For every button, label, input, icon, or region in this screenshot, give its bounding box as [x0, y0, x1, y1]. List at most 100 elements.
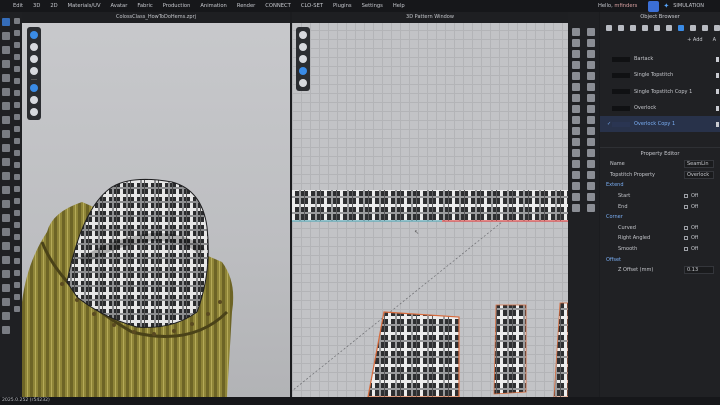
assign-button[interactable]: A	[713, 37, 716, 43]
seam-allowance-icon[interactable]	[587, 83, 595, 91]
segment-sewing-icon[interactable]	[587, 94, 595, 102]
wireframe-view-icon[interactable]	[13, 102, 20, 108]
menu-render[interactable]: Render	[232, 0, 260, 12]
stitch-tool-icon[interactable]	[1, 144, 10, 152]
seam-view-icon[interactable]	[13, 210, 20, 216]
select-tool-icon[interactable]	[1, 18, 10, 26]
pleat-icon[interactable]	[587, 72, 595, 80]
shrinkage-tool-icon[interactable]	[1, 298, 10, 306]
menu-animation[interactable]: Animation	[195, 0, 231, 12]
grid-view-icon[interactable]	[13, 162, 20, 168]
shaded-view-icon[interactable]	[13, 90, 20, 96]
ruler-icon[interactable]	[587, 171, 595, 179]
smooth-checkbox[interactable]	[684, 247, 688, 252]
pin-view-icon[interactable]	[13, 186, 20, 192]
button-tool-icon[interactable]	[1, 186, 10, 194]
visibility-icon[interactable]	[716, 56, 719, 62]
edit-sewing-icon[interactable]	[587, 105, 595, 113]
zipper-2d-icon[interactable]	[587, 182, 595, 190]
piping-icon[interactable]	[587, 138, 595, 146]
line-tool-icon[interactable]	[1, 130, 10, 138]
offset-section[interactable]: Offset	[600, 254, 720, 265]
text-tool-icon[interactable]	[1, 270, 10, 278]
measure-2d-tool-icon[interactable]	[572, 171, 580, 179]
pattern-tab-icon[interactable]	[618, 24, 624, 31]
shirt-tool-icon[interactable]	[1, 116, 10, 124]
trim-tab-icon[interactable]	[714, 24, 720, 31]
menu-plugins[interactable]: Plugins	[328, 0, 357, 12]
grading-icon[interactable]	[587, 160, 595, 168]
fold-line-icon[interactable]	[572, 83, 580, 91]
visibility-icon[interactable]	[716, 72, 719, 78]
corner-section[interactable]: Corner	[600, 212, 720, 223]
topstitch-icon[interactable]	[572, 127, 580, 135]
fabric-tool-icon[interactable]	[13, 54, 20, 60]
topstitch-tab-icon[interactable]	[678, 24, 684, 31]
2d-pattern-window[interactable]: 3D Pattern Window ↖	[292, 12, 568, 397]
stitch-view-icon[interactable]	[13, 198, 20, 204]
z-offset-field[interactable]: 0.13	[684, 266, 714, 275]
layer-tool-icon[interactable]	[1, 312, 10, 320]
graphic-view-icon[interactable]	[13, 234, 20, 240]
puckering-icon[interactable]	[572, 138, 580, 146]
camera-view-icon[interactable]	[13, 138, 20, 144]
text-2d-icon[interactable]	[572, 149, 580, 157]
add-button[interactable]: + Add	[687, 37, 702, 43]
graphic-tab-icon[interactable]	[702, 24, 708, 31]
visibility-icon[interactable]	[716, 121, 719, 127]
free-sewing-icon[interactable]	[572, 105, 580, 113]
menu-settings[interactable]: Settings	[357, 0, 388, 12]
elastic-tool-icon[interactable]	[1, 214, 10, 222]
end-checkbox[interactable]	[684, 204, 688, 209]
buttonhole-tab-icon[interactable]	[654, 24, 660, 31]
avatar[interactable]	[648, 0, 660, 12]
axis-view-icon[interactable]	[13, 174, 20, 180]
list-item[interactable]: Single Topstitch Copy 1	[600, 84, 720, 100]
button-tab-icon[interactable]	[642, 24, 648, 31]
3d-garment-window[interactable]: ColossClass_HowToDoHems.zprj	[22, 12, 290, 397]
name-field[interactable]: SeamLin	[684, 160, 714, 169]
list-item[interactable]: Single Topstitch	[600, 67, 720, 83]
light-view-icon[interactable]	[13, 150, 20, 156]
print-layout-icon[interactable]	[572, 204, 580, 212]
xray-view-icon[interactable]	[13, 114, 20, 120]
seam-tool-icon[interactable]	[1, 172, 10, 180]
trim-2d-icon[interactable]	[572, 182, 580, 190]
pin-tool-icon[interactable]	[1, 60, 10, 68]
edit-pattern-icon[interactable]	[572, 28, 580, 36]
settings-view-icon[interactable]	[13, 306, 20, 312]
edit-point-icon[interactable]	[572, 39, 580, 47]
menu-3d[interactable]: 3D	[28, 0, 45, 12]
display-tool-icon[interactable]	[13, 30, 20, 36]
uv-editor-icon[interactable]	[587, 204, 595, 212]
edit-curve-icon[interactable]	[587, 39, 595, 47]
user-name[interactable]: mfinders	[614, 3, 637, 9]
list-item[interactable]: Bartack	[600, 51, 720, 67]
menu-connect[interactable]: CONNECT	[260, 0, 296, 12]
rectangle-icon[interactable]	[587, 50, 595, 58]
menu-help[interactable]: Help	[388, 0, 410, 12]
button-2d-icon[interactable]	[572, 193, 580, 201]
sound-view-icon[interactable]	[13, 270, 20, 276]
menu-production[interactable]: Production	[158, 0, 196, 12]
zipper-tab-icon[interactable]	[666, 24, 672, 31]
curved-checkbox[interactable]	[684, 225, 688, 230]
list-item[interactable]: Overlock	[600, 100, 720, 116]
trim-view-icon[interactable]	[13, 222, 20, 228]
extend-section[interactable]: Extend	[600, 180, 720, 191]
grid-tab-icon[interactable]	[606, 24, 612, 31]
texture-edit-icon[interactable]	[572, 116, 580, 124]
strain-view-icon[interactable]	[13, 126, 20, 132]
puckering-tab-icon[interactable]	[690, 24, 696, 31]
view-tool-icon[interactable]	[13, 18, 20, 24]
tape-tool-icon[interactable]	[1, 102, 10, 110]
menu-materials-uv[interactable]: Materials/UV	[63, 0, 106, 12]
shirt-tab-icon[interactable]	[630, 24, 636, 31]
menu-edit[interactable]: Edit	[0, 0, 28, 12]
menu-fabric[interactable]: Fabric	[132, 0, 157, 12]
fold-tool-icon[interactable]	[1, 46, 10, 54]
texture-tool-icon[interactable]	[1, 242, 10, 250]
brush-tool-icon[interactable]	[1, 88, 10, 96]
zipper-tool-icon[interactable]	[1, 200, 10, 208]
circle-icon[interactable]	[572, 61, 580, 69]
